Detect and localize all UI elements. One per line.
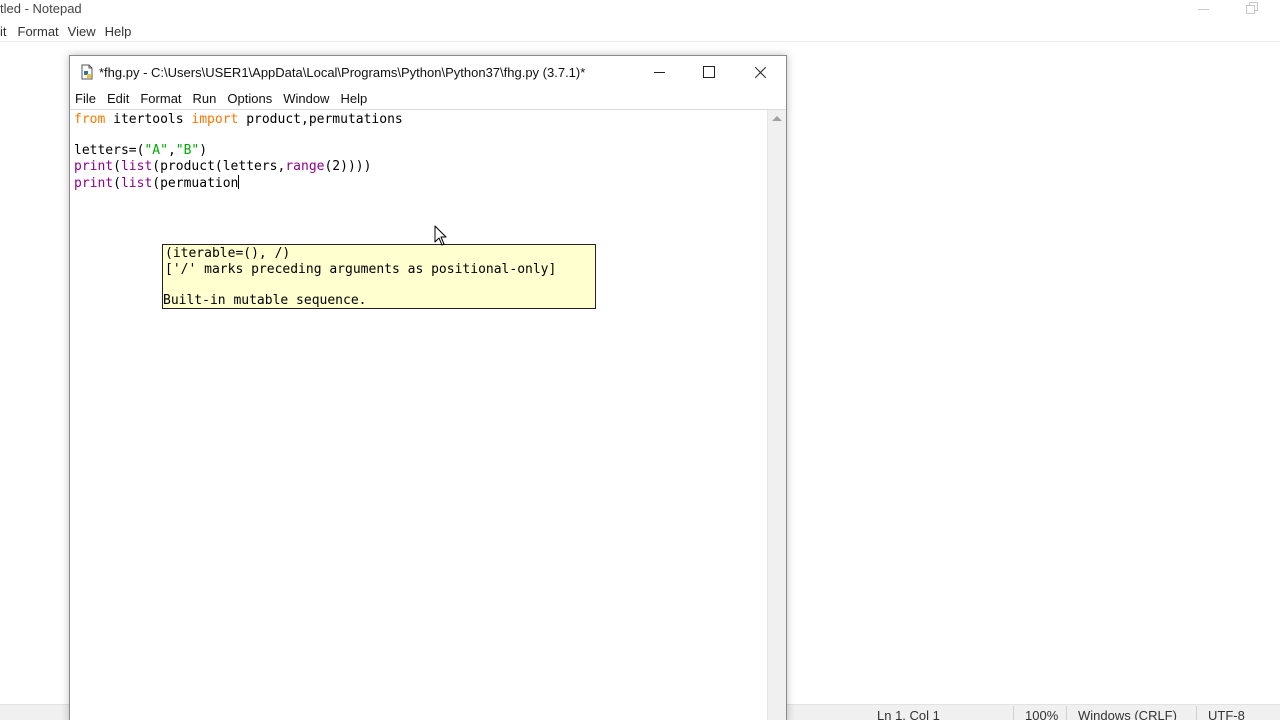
keyword-from: from	[74, 112, 106, 127]
idle-window-title: *fhg.py - C:\Users\USER1\AppData\Local\P…	[99, 65, 586, 80]
idle-menubar: File Edit Format Run Options Window Help	[70, 89, 786, 109]
code-line-1: from itertools import product,permutatio…	[74, 112, 403, 128]
maximize-icon[interactable]	[686, 56, 732, 89]
module-name: itertools	[105, 112, 192, 127]
code-text: (2))))	[324, 159, 372, 174]
code-text: (permuation	[152, 176, 239, 191]
menu-window[interactable]: Window	[283, 89, 329, 109]
idle-editor-window: *fhg.py - C:\Users\USER1\AppData\Local\P…	[69, 55, 787, 720]
status-zoom: 100%	[1025, 708, 1059, 720]
calltip-note: ['/' marks preceding arguments as positi…	[165, 262, 557, 277]
code-text: letters=(	[74, 143, 145, 158]
notepad-menu-divider	[0, 41, 1280, 42]
code-text: (	[113, 159, 121, 174]
notepad-titlebar: tled - Notepad	[0, 0, 1280, 20]
builtin-range: range	[285, 159, 325, 174]
notepad-menu-edit[interactable]: it	[0, 24, 7, 42]
menu-help[interactable]: Help	[340, 89, 367, 109]
minimize-icon[interactable]	[636, 56, 682, 89]
code-line-3: letters=("A","B")	[74, 143, 207, 159]
code-text: ,	[167, 143, 176, 158]
vertical-scrollbar[interactable]	[767, 110, 786, 720]
menu-run[interactable]: Run	[193, 89, 217, 109]
menu-format[interactable]: Format	[140, 89, 181, 109]
import-names: product,permutations	[238, 112, 403, 127]
code-text: (	[113, 176, 121, 191]
menu-edit[interactable]: Edit	[107, 89, 129, 109]
code-editor[interactable]: from itertools import product,permutatio…	[70, 110, 766, 720]
python-file-icon	[81, 64, 93, 80]
builtin-print: print	[74, 176, 114, 191]
builtin-list: list	[120, 159, 153, 174]
status-position: Ln 1, Col 1	[877, 708, 940, 720]
notepad-restore-icon[interactable]	[1246, 2, 1260, 16]
mouse-pointer-icon	[434, 225, 447, 246]
notepad-menu-format[interactable]: Format	[18, 24, 59, 42]
notepad-title: tled - Notepad	[0, 1, 82, 16]
status-divider	[1196, 706, 1197, 720]
builtin-list: list	[120, 176, 153, 191]
text-caret	[238, 175, 240, 189]
notepad-menu-view[interactable]: View	[68, 24, 96, 42]
menu-options[interactable]: Options	[227, 89, 272, 109]
scroll-up-arrow-icon[interactable]	[772, 116, 782, 121]
status-line-endings: Windows (CRLF)	[1078, 708, 1177, 720]
notepad-menu-help[interactable]: Help	[105, 24, 132, 42]
string-literal: "A"	[144, 143, 168, 158]
menu-file[interactable]: File	[75, 89, 96, 109]
status-divider	[1066, 706, 1067, 720]
code-line-4: print(list(product(letters,range(2))))	[74, 159, 371, 175]
code-text: )	[199, 143, 208, 158]
status-encoding: UTF-8	[1208, 708, 1245, 720]
notepad-menubar: it Format View Help	[0, 24, 131, 42]
close-icon[interactable]	[736, 56, 782, 89]
idle-titlebar[interactable]: *fhg.py - C:\Users\USER1\AppData\Local\P…	[70, 56, 786, 89]
string-literal: "B"	[175, 143, 200, 158]
calltip-doc: Built-in mutable sequence.	[163, 293, 367, 308]
calltip-signature: (iterable=(), /)	[165, 246, 291, 261]
keyword-import: import	[191, 112, 239, 127]
code-line-5: print(list(permuation	[74, 175, 240, 191]
notepad-minimize-icon[interactable]	[1197, 0, 1211, 18]
builtin-print: print	[74, 159, 114, 174]
code-text: (product(letters,	[152, 159, 286, 174]
calltip-tooltip: (iterable=(), /) ['/' marks preceding ar…	[162, 244, 596, 309]
status-divider	[1013, 706, 1014, 720]
